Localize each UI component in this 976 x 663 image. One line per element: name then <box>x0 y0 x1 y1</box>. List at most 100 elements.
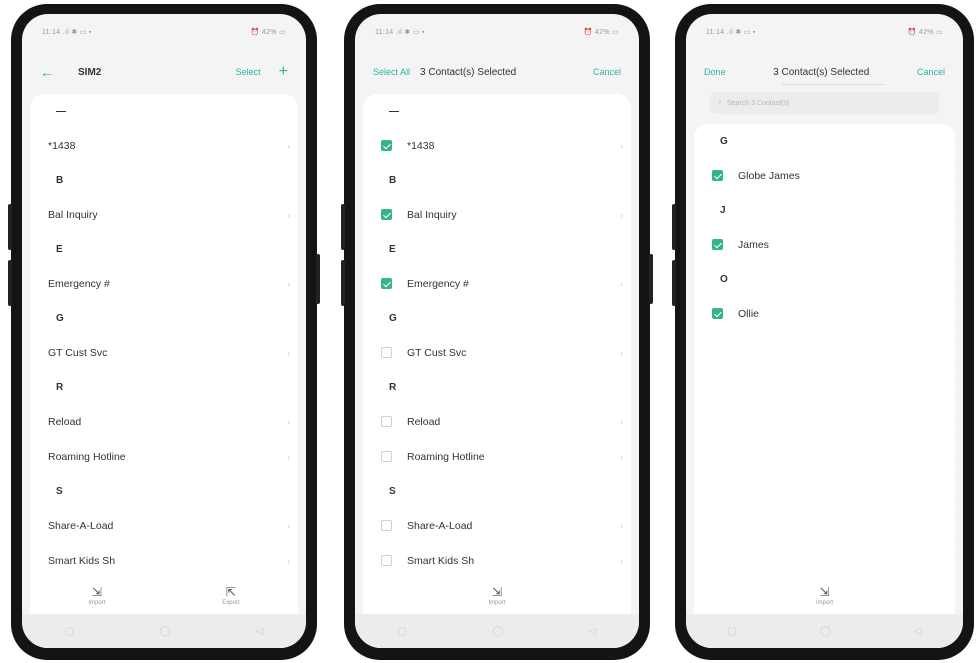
home-icon[interactable]: ◯ <box>159 626 170 637</box>
home-icon[interactable]: ◯ <box>820 626 831 637</box>
recents-icon[interactable]: ▢ <box>65 626 74 637</box>
checkbox-checked[interactable] <box>712 170 723 181</box>
select-all-button[interactable]: Select All <box>373 67 410 77</box>
checkbox-checked[interactable] <box>381 209 392 220</box>
action-import-button[interactable]: ⇲ Import <box>488 586 505 606</box>
checkbox[interactable] <box>381 416 392 427</box>
contact-row[interactable]: Ollie <box>694 296 955 331</box>
index-letter[interactable]: · <box>953 140 954 145</box>
index-letter[interactable]: · <box>953 378 954 383</box>
action-import-button[interactable]: ⇲ Import <box>816 586 833 606</box>
index-letter[interactable]: · <box>953 536 954 541</box>
chevron-right-icon: › <box>287 451 290 462</box>
chevron-right-icon: › <box>620 520 623 531</box>
index-letter[interactable]: · <box>953 180 954 185</box>
chevron-right-icon: › <box>620 209 623 220</box>
action-label: Import <box>88 600 106 606</box>
index-letter[interactable]: · <box>953 318 954 323</box>
contact-row[interactable]: Smart Kids Sh › <box>30 543 298 572</box>
section-header: R <box>389 381 397 393</box>
index-letter[interactable]: · <box>953 556 954 561</box>
contact-row[interactable]: *1438 › <box>363 128 631 163</box>
checkbox[interactable] <box>381 555 392 566</box>
recents-icon[interactable]: ▢ <box>398 626 407 637</box>
cancel-button[interactable]: Cancel <box>593 67 621 77</box>
contact-name: Roaming Hotline <box>48 450 126 463</box>
select-button[interactable]: Select <box>236 67 261 77</box>
volume-button <box>341 204 345 250</box>
section-header: S <box>56 485 63 497</box>
index-letter[interactable]: · <box>953 200 954 205</box>
power-button <box>316 254 320 304</box>
app-bar: Done 3 Contact(s) Selected Cancel <box>686 48 963 96</box>
index-letter[interactable]: · <box>953 496 954 501</box>
search-icon: ⌕ <box>718 99 722 106</box>
contact-name: Emergency # <box>48 277 110 290</box>
action-export-button[interactable]: ⇱ Export <box>222 586 239 606</box>
status-bar: 11:14 .ıl ✱ ▭ ▪ ⏰ 42% ▭ <box>375 26 619 38</box>
index-letter[interactable]: · <box>953 101 954 106</box>
alphabet-index[interactable]: · · · · · · · · · · · · · · · · · · · · · · · · · · <box>951 54 957 568</box>
section-header: G <box>389 312 397 324</box>
index-letter[interactable]: · <box>953 299 954 304</box>
index-letter[interactable]: · <box>953 338 954 343</box>
back-icon[interactable]: ◁ <box>914 626 922 637</box>
back-icon[interactable]: ◁ <box>256 626 264 637</box>
index-letter[interactable]: · <box>953 279 954 284</box>
home-icon[interactable]: ◯ <box>492 626 503 637</box>
contact-row[interactable]: Reload › <box>30 404 298 439</box>
contact-row[interactable]: Roaming Hotline › <box>30 439 298 474</box>
index-letter[interactable]: · <box>953 516 954 521</box>
checkbox-checked[interactable] <box>381 140 392 151</box>
contact-name: Bal Inquiry <box>48 208 98 221</box>
action-import-button[interactable]: ⇲ Import <box>88 586 105 606</box>
recents-icon[interactable]: ▢ <box>727 626 736 637</box>
checkbox-checked[interactable] <box>381 278 392 289</box>
search-input[interactable]: ⌕ Search 3 Contact(s) <box>710 92 939 114</box>
contact-row[interactable]: Emergency # › <box>363 266 631 301</box>
checkbox-checked[interactable] <box>712 239 723 250</box>
contact-row[interactable]: GT Cust Svc › <box>363 335 631 370</box>
volume-button <box>672 260 676 306</box>
contact-row[interactable]: Smart Kids Sh › <box>363 543 631 572</box>
index-letter[interactable]: · <box>953 417 954 422</box>
status-left: 11:14 .ıl ✱ ▭ ▪ <box>375 29 425 36</box>
contact-row[interactable]: Share-A-Load › <box>30 508 298 543</box>
index-letter[interactable]: · <box>953 121 954 126</box>
app-bar: Select All 3 Contact(s) Selected Cancel <box>355 48 639 96</box>
index-letter[interactable]: · <box>953 239 954 244</box>
index-letter[interactable]: · <box>953 358 954 363</box>
contact-row[interactable]: Emergency # › <box>30 266 298 301</box>
contact-row[interactable]: GT Cust Svc › <box>30 335 298 370</box>
status-bar: 11:14 .ıl ✱ ▭ ▪ ⏰ 42% ▭ <box>706 26 943 38</box>
contact-row[interactable]: James <box>694 227 955 262</box>
import-icon: ⇲ <box>491 585 503 599</box>
index-letter[interactable]: · <box>953 220 954 225</box>
add-contact-icon[interactable]: + <box>279 63 288 81</box>
index-letter[interactable]: · <box>953 437 954 442</box>
contact-row[interactable]: Globe James <box>694 158 955 193</box>
checkbox-checked[interactable] <box>712 308 723 319</box>
contact-row[interactable]: Reload › <box>363 404 631 439</box>
back-icon[interactable]: ◁ <box>589 626 597 637</box>
index-letter[interactable]: · <box>953 61 954 66</box>
contact-list: — *1438 › B Bal Inquiry › E Emergency # › G GT Cus… <box>363 94 631 572</box>
contact-row[interactable]: Share-A-Load › <box>363 508 631 543</box>
contact-row[interactable]: *1438 › <box>30 128 298 163</box>
back-arrow-icon[interactable]: ← <box>40 64 54 80</box>
index-letter[interactable]: · <box>953 397 954 402</box>
done-button[interactable]: Done <box>704 67 726 77</box>
contact-row[interactable]: Roaming Hotline › <box>363 439 631 474</box>
checkbox[interactable] <box>381 520 392 531</box>
contact-row[interactable]: Bal Inquiry › <box>30 197 298 232</box>
status-bar: 11:14 .ıl ✱ ▭ ▪ ⏰ 42% ▭ <box>42 26 286 38</box>
index-letter[interactable]: · <box>953 259 954 264</box>
index-letter[interactable]: · <box>953 457 954 462</box>
index-letter[interactable]: · <box>953 81 954 86</box>
cancel-button[interactable]: Cancel <box>917 67 945 77</box>
checkbox[interactable] <box>381 451 392 462</box>
index-letter[interactable]: · <box>953 476 954 481</box>
index-letter[interactable]: · <box>953 160 954 165</box>
checkbox[interactable] <box>381 347 392 358</box>
contact-row[interactable]: Bal Inquiry › <box>363 197 631 232</box>
